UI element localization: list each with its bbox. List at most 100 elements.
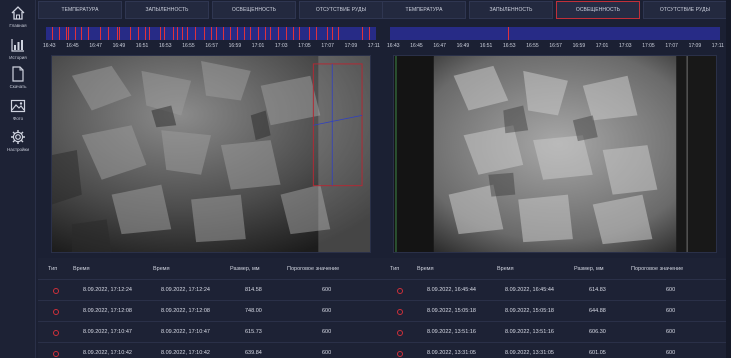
timeline-event-mark[interactable] <box>369 27 371 40</box>
timeline-event-mark[interactable] <box>204 27 206 40</box>
tab-bar: ТЕМПЕРАТУРА ЗАПЫЛЕННОСТЬ ОСВЕЩЕННОСТЬ ОТ… <box>38 0 383 20</box>
tab-dustiness[interactable]: ЗАПЫЛЕННОСТЬ <box>469 1 553 19</box>
tab-label: ТЕМПЕРАТУРА <box>61 7 99 13</box>
table-row[interactable]: 8.09.2022, 17:10:47 8.09.2022, 17:10:47 … <box>38 322 383 343</box>
column-header-threshold[interactable]: Пороговое значение <box>287 266 339 272</box>
timeline-event-mark[interactable] <box>293 27 295 40</box>
gear-icon <box>11 130 25 144</box>
timeline-event-mark[interactable] <box>88 27 90 40</box>
timeline-event-mark[interactable] <box>299 27 301 40</box>
timeline-event-mark[interactable] <box>164 27 166 40</box>
window-scrollbar[interactable] <box>726 0 731 358</box>
timeline-time-label: 17:05 <box>298 43 311 49</box>
timeline-event-mark[interactable] <box>216 27 218 40</box>
timeline-time-label: 16:53 <box>159 43 172 49</box>
timeline-event-mark[interactable] <box>244 27 246 40</box>
timeline-event-mark[interactable] <box>130 27 132 40</box>
time-cell: 8.09.2022, 13:51:16 <box>427 329 476 335</box>
size-cell: 814.58 <box>245 287 262 293</box>
timeline-event-mark[interactable] <box>258 27 260 40</box>
timeline-event-mark[interactable] <box>145 27 147 40</box>
sidebar-item-photo[interactable]: Фото <box>0 95 36 129</box>
timeline-event-mark[interactable] <box>327 27 329 40</box>
timeline-event-mark[interactable] <box>265 27 267 40</box>
timeline-event-mark[interactable] <box>286 27 288 40</box>
event-type-icon <box>53 288 59 294</box>
timeline-event-mark[interactable] <box>68 27 70 40</box>
camera-feed-right[interactable] <box>393 55 717 253</box>
timeline-event-mark[interactable] <box>173 27 175 40</box>
tab-dustiness[interactable]: ЗАПЫЛЕННОСТЬ <box>125 1 209 19</box>
table-row[interactable]: 8.09.2022, 16:45:44 8.09.2022, 16:45:44 … <box>382 280 727 301</box>
table-row[interactable]: 8.09.2022, 13:51:16 8.09.2022, 13:51:16 … <box>382 322 727 343</box>
timeline-event-mark[interactable] <box>177 27 179 40</box>
time-cell: 8.09.2022, 17:10:47 <box>83 329 132 335</box>
timeline-event-mark[interactable] <box>108 27 110 40</box>
column-header-size[interactable]: Размер, мм <box>230 266 260 272</box>
timeline-event-mark[interactable] <box>309 27 311 40</box>
tab-no-ore[interactable]: ОТСУТСТВИЕ РУДЫ <box>643 1 727 19</box>
tab-label: ОТСУТСТВИЕ РУДЫ <box>659 7 711 13</box>
threshold-cell: 600 <box>666 287 676 293</box>
table-row[interactable]: 8.09.2022, 17:10:42 8.09.2022, 17:10:42 … <box>38 343 383 358</box>
column-header-type[interactable]: Тип <box>390 266 399 272</box>
timeline-event-mark[interactable] <box>138 27 140 40</box>
timeline-time-label: 17:07 <box>665 43 678 49</box>
timeline-event-mark[interactable] <box>362 27 364 40</box>
timeline-event-mark[interactable] <box>316 27 318 40</box>
timeline-event-mark[interactable] <box>119 27 121 40</box>
timeline-event-mark[interactable] <box>278 27 280 40</box>
timeline-event-mark[interactable] <box>52 27 54 40</box>
tab-temperature[interactable]: ТЕМПЕРАТУРА <box>38 1 122 19</box>
tab-temperature[interactable]: ТЕМПЕРАТУРА <box>382 1 466 19</box>
timeline-event-mark[interactable] <box>338 27 340 40</box>
column-header-time[interactable]: Время <box>73 266 90 272</box>
timeline-event-mark[interactable] <box>160 27 162 40</box>
tab-no-ore[interactable]: ОТСУТСТВИЕ РУДЫ <box>299 1 383 19</box>
camera-feed-left[interactable] <box>51 55 371 253</box>
sidebar-item-download[interactable]: Скачать <box>0 63 36 97</box>
event-timeline[interactable] <box>46 27 376 40</box>
timeline-event-mark[interactable] <box>187 27 189 40</box>
timeline-event-mark[interactable] <box>149 27 151 40</box>
tab-illumination[interactable]: ОСВЕЩЕННОСТЬ <box>212 1 296 19</box>
table-row[interactable]: 8.09.2022, 17:12:08 8.09.2022, 17:12:08 … <box>38 301 383 322</box>
timeline-event-mark[interactable] <box>332 27 334 40</box>
timeline-event-mark[interactable] <box>230 27 232 40</box>
timeline-event-mark[interactable] <box>270 27 272 40</box>
timeline-event-mark[interactable] <box>195 27 197 40</box>
timeline-event-mark[interactable] <box>237 27 239 40</box>
sidebar-item-home[interactable]: Главная <box>0 2 36 36</box>
time-cell: 8.09.2022, 17:12:08 <box>83 308 132 314</box>
timeline-event-mark[interactable] <box>59 27 61 40</box>
timeline-time-labels: 16:43 16:45 16:47 16:49 16:51 16:53 16:55 16:57… <box>382 43 727 51</box>
timeline-time-label: 16:43 <box>43 43 56 49</box>
column-header-time[interactable]: Время <box>153 266 170 272</box>
timeline-event-mark[interactable] <box>223 27 225 40</box>
timeline-event-mark[interactable] <box>81 27 83 40</box>
sidebar-item-label: Настройки <box>6 147 30 152</box>
event-timeline[interactable] <box>390 27 720 40</box>
table-row[interactable]: 8.09.2022, 15:05:18 8.09.2022, 15:05:18 … <box>382 301 727 322</box>
timeline-event-mark[interactable] <box>75 27 77 40</box>
tab-label: ТЕМПЕРАТУРА <box>405 7 443 13</box>
column-header-threshold[interactable]: Пороговое значение <box>631 266 683 272</box>
tab-illumination[interactable]: ОСВЕЩЕННОСТЬ <box>556 1 640 19</box>
timeline-time-label: 16:49 <box>456 43 470 49</box>
sidebar: Главная История Скачать Фото Настройки <box>0 0 36 358</box>
table-row[interactable]: 8.09.2022, 13:31:05 8.09.2022, 13:31:05 … <box>382 343 727 358</box>
column-header-type[interactable]: Тип <box>48 266 57 272</box>
size-cell: 601.05 <box>589 350 606 356</box>
timeline-time-label: 17:09 <box>344 43 358 49</box>
column-header-time[interactable]: Время <box>497 266 514 272</box>
column-header-time[interactable]: Время <box>417 266 434 272</box>
table-row[interactable]: 8.09.2022, 17:12:24 8.09.2022, 17:12:24 … <box>38 280 383 301</box>
column-header-size[interactable]: Размер, мм <box>574 266 604 272</box>
timeline-event-mark[interactable] <box>182 27 184 40</box>
timeline-event-mark[interactable] <box>250 27 252 40</box>
camera-panel-right: ТЕМПЕРАТУРА ЗАПЫЛЕННОСТЬ ОСВЕЩЕННОСТЬ ОТ… <box>382 0 727 358</box>
timeline-event-mark[interactable] <box>100 27 102 40</box>
timeline-event-mark[interactable] <box>508 27 510 40</box>
timeline-event-mark[interactable] <box>211 27 213 40</box>
sidebar-item-settings[interactable]: Настройки <box>0 126 36 160</box>
